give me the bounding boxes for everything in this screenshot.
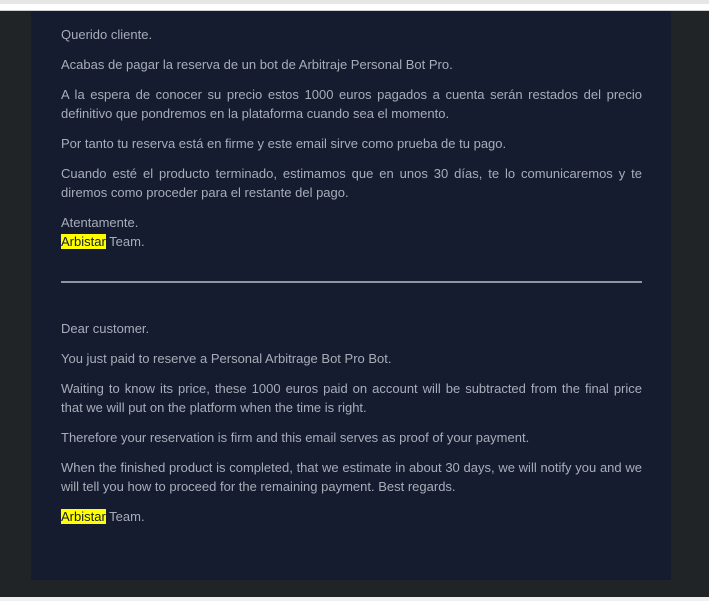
section-divider (61, 281, 642, 283)
english-greeting: Dear customer. (61, 321, 150, 336)
english-paragraph-4: When the finished product is completed, … (61, 460, 642, 494)
english-paragraph-3: Therefore your reservation is firm and t… (61, 430, 530, 445)
spanish-paragraph-1: Acabas de pagar la reserva de un bot de … (61, 57, 453, 72)
english-section: Dear customer. You just paid to reserve … (61, 319, 642, 526)
spanish-brand-highlight: Arbistar (61, 234, 106, 249)
top-strip-shade (0, 0, 709, 4)
english-brand-highlight: Arbistar (61, 509, 106, 524)
english-team: Team. (105, 509, 145, 524)
email-content: Querido cliente. Acabas de pagar la rese… (61, 25, 642, 537)
english-paragraph-1: You just paid to reserve a Personal Arbi… (61, 351, 392, 366)
spanish-closing: Atentamente. (61, 215, 139, 230)
spanish-greeting: Querido cliente. (61, 27, 153, 42)
english-paragraph-2: Waiting to know its price, these 1000 eu… (61, 381, 642, 415)
spanish-signature: Atentamente. Arbistar Team. (61, 213, 642, 251)
email-body-panel: Querido cliente. Acabas de pagar la rese… (31, 11, 671, 580)
spanish-team: Team. (105, 234, 145, 249)
top-strip (0, 0, 709, 11)
spanish-section: Querido cliente. Acabas de pagar la rese… (61, 25, 642, 251)
spanish-paragraph-2: A la espera de conocer su precio estos 1… (61, 87, 642, 121)
english-signature: Arbistar Team. (61, 507, 642, 526)
bottom-strip (0, 597, 709, 601)
spanish-paragraph-4: Cuando esté el producto terminado, estim… (61, 166, 642, 200)
spanish-paragraph-3: Por tanto tu reserva está en firme y est… (61, 136, 507, 151)
